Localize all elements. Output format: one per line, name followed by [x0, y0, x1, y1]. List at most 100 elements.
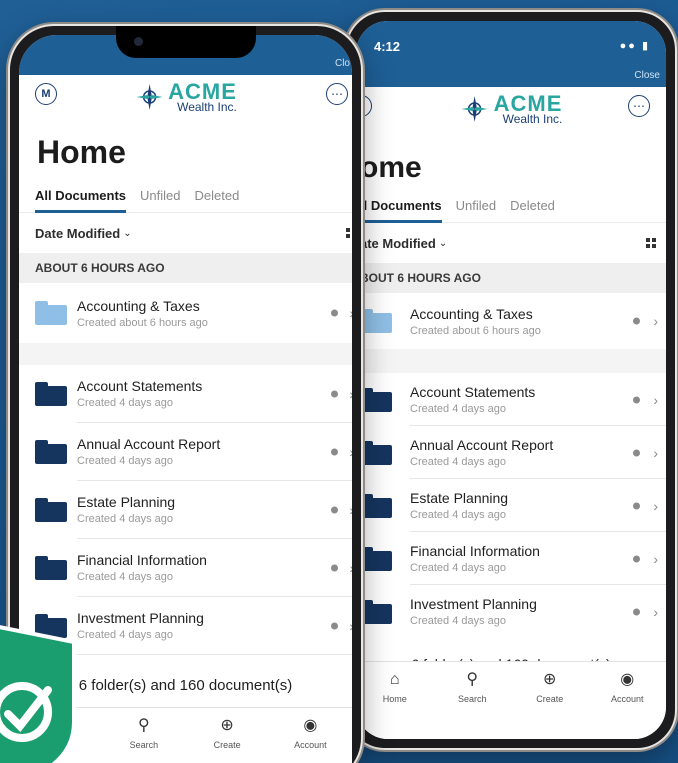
- list-item[interactable]: Financial Information Created 4 days ago…: [356, 532, 666, 585]
- compass-icon: [461, 96, 488, 122]
- close-link[interactable]: Close: [634, 70, 660, 81]
- status-dot-icon: [331, 506, 338, 514]
- page-title: ome: [360, 151, 422, 184]
- account-circle-icon: ◉: [620, 671, 635, 688]
- back-phone: 4:12 ●● ▮ Close M ACME Wealth Inc.: [345, 10, 677, 750]
- item-date: Created 4 days ago: [410, 402, 507, 415]
- folder-icon: [360, 440, 392, 465]
- tab-label: Search: [457, 694, 487, 704]
- promo-scene: 4:12 ●● ▮ Close M ACME Wealth Inc.: [0, 0, 678, 763]
- list-item[interactable]: Accounting & Taxes Created about 6 hours…: [19, 283, 352, 343]
- tab-account[interactable]: ◉ Account: [589, 662, 667, 739]
- chevron-right-icon: ›: [349, 305, 352, 321]
- account-circle-icon: ◉: [303, 717, 318, 734]
- item-date: Created 4 days ago: [77, 513, 174, 525]
- item-date: Created 4 days ago: [410, 561, 507, 574]
- item-name: Accounting & Taxes: [410, 305, 533, 322]
- chevron-right-icon: ›: [653, 444, 658, 461]
- phone-notch: [115, 26, 256, 58]
- tab-deleted[interactable]: Deleted: [194, 179, 239, 213]
- item-date: Created 4 days ago: [410, 615, 507, 627]
- status-dot-icon: [331, 622, 338, 630]
- close-link[interactable]: Clo: [335, 58, 350, 69]
- tab-unfiled[interactable]: Unfiled: [140, 179, 180, 213]
- sort-dropdown[interactable]: ate Modified: [360, 236, 436, 251]
- chevron-right-icon: ›: [653, 391, 658, 408]
- chevron-right-icon: ›: [349, 560, 352, 576]
- home-icon: ⌂: [389, 671, 400, 688]
- chevron-right-icon: ›: [349, 386, 352, 402]
- list-item[interactable]: Investment Planning Created 4 days ago ›: [356, 585, 666, 638]
- list-item[interactable]: Financial Information Created 4 days ago…: [19, 539, 352, 597]
- grid-view-icon[interactable]: [346, 228, 352, 238]
- item-date: Created 4 days ago: [410, 455, 507, 468]
- list-item[interactable]: Annual Account Report Created 4 days ago…: [356, 426, 666, 479]
- item-name: Annual Account Report: [410, 436, 554, 453]
- item-date: Created 4 days ago: [77, 571, 174, 583]
- tab-label: Home: [382, 694, 407, 704]
- tab-search[interactable]: ⚲ Search: [102, 708, 185, 763]
- grid-view-icon[interactable]: [646, 238, 656, 248]
- section-divider: [356, 349, 666, 373]
- list-item[interactable]: Accounting & Taxes Created about 6 hours…: [356, 293, 666, 349]
- wifi-battery-icon: ●● ▮: [619, 40, 650, 52]
- section-header: ABOUT 6 HOURS AGO: [19, 253, 352, 283]
- shield-check-icon: [0, 625, 76, 763]
- tab-unfiled[interactable]: Unfiled: [456, 189, 496, 223]
- plus-circle-icon: ⊕: [220, 717, 234, 734]
- search-icon: ⚲: [466, 671, 479, 688]
- compass-icon: [136, 84, 163, 110]
- tab-deleted[interactable]: Deleted: [510, 189, 555, 223]
- tab-home[interactable]: ⌂ Home: [356, 662, 434, 739]
- more-options-button[interactable]: ⋯: [628, 95, 650, 117]
- folder-icon: [360, 387, 392, 412]
- status-bar: 4:12 ●● ▮ Close: [356, 21, 666, 87]
- status-dot-icon: [331, 448, 338, 456]
- item-name: Estate Planning: [77, 494, 176, 510]
- tab-label: Search: [129, 740, 159, 750]
- folder-icon: [360, 599, 392, 624]
- acme-logo: ACME Wealth Inc.: [460, 93, 562, 125]
- tab-create[interactable]: ⊕ Create: [186, 708, 269, 763]
- plus-circle-icon: ⊕: [543, 671, 557, 688]
- item-name: Financial Information: [77, 552, 207, 568]
- tab-create[interactable]: ⊕ Create: [511, 662, 589, 739]
- folder-icon: [360, 309, 392, 333]
- tab-all-documents[interactable]: All Documents: [35, 179, 127, 213]
- bottom-tab-bar: ⌂ Home ⚲ Search ⊕ Create ◉ Account: [356, 661, 666, 739]
- item-date: Created 4 days ago: [77, 455, 174, 467]
- tab-all-documents[interactable]: ll Documents: [360, 189, 442, 223]
- item-name: Financial Information: [410, 542, 540, 559]
- sort-dropdown[interactable]: Date Modified: [35, 226, 120, 241]
- list-item[interactable]: Account Statements Created 4 days ago ›: [19, 365, 352, 423]
- item-name: Investment Planning: [77, 610, 204, 626]
- status-time: 4:12: [374, 39, 401, 54]
- item-name: Account Statements: [410, 383, 536, 400]
- tab-label: Create: [213, 740, 241, 750]
- list-item[interactable]: Annual Account Report Created 4 days ago…: [19, 423, 352, 481]
- item-date: Created 4 days ago: [77, 397, 174, 409]
- avatar[interactable]: M: [35, 83, 57, 105]
- item-date: Created 4 days ago: [77, 629, 174, 641]
- item-name: Annual Account Report: [77, 436, 221, 452]
- status-dot-icon: [331, 309, 338, 317]
- tab-account[interactable]: ◉ Account: [269, 708, 352, 763]
- list-item[interactable]: Account Statements Created 4 days ago ›: [356, 373, 666, 426]
- folder-icon: [35, 556, 67, 580]
- status-dot-icon: [633, 555, 640, 562]
- item-name: Account Statements: [77, 378, 203, 394]
- chevron-right-icon: ›: [349, 502, 352, 518]
- status-dot-icon: [633, 502, 640, 509]
- chevron-right-icon: ›: [653, 313, 658, 329]
- status-dot-icon: [633, 396, 640, 403]
- app-header: M ACME Wealth Inc. ⋯: [19, 75, 352, 131]
- list-item[interactable]: Estate Planning Created 4 days ago ›: [356, 479, 666, 532]
- brand-sub: Wealth Inc.: [177, 100, 237, 114]
- folder-icon: [360, 546, 392, 571]
- tab-search[interactable]: ⚲ Search: [434, 662, 512, 739]
- item-date: Created 4 days ago: [410, 508, 507, 521]
- back-phone-screen: 4:12 ●● ▮ Close M ACME Wealth Inc.: [356, 21, 666, 739]
- section-header: BOUT 6 HOURS AGO: [356, 263, 666, 293]
- list-item[interactable]: Estate Planning Created 4 days ago ›: [19, 481, 352, 539]
- more-options-button[interactable]: ⋯: [326, 83, 348, 105]
